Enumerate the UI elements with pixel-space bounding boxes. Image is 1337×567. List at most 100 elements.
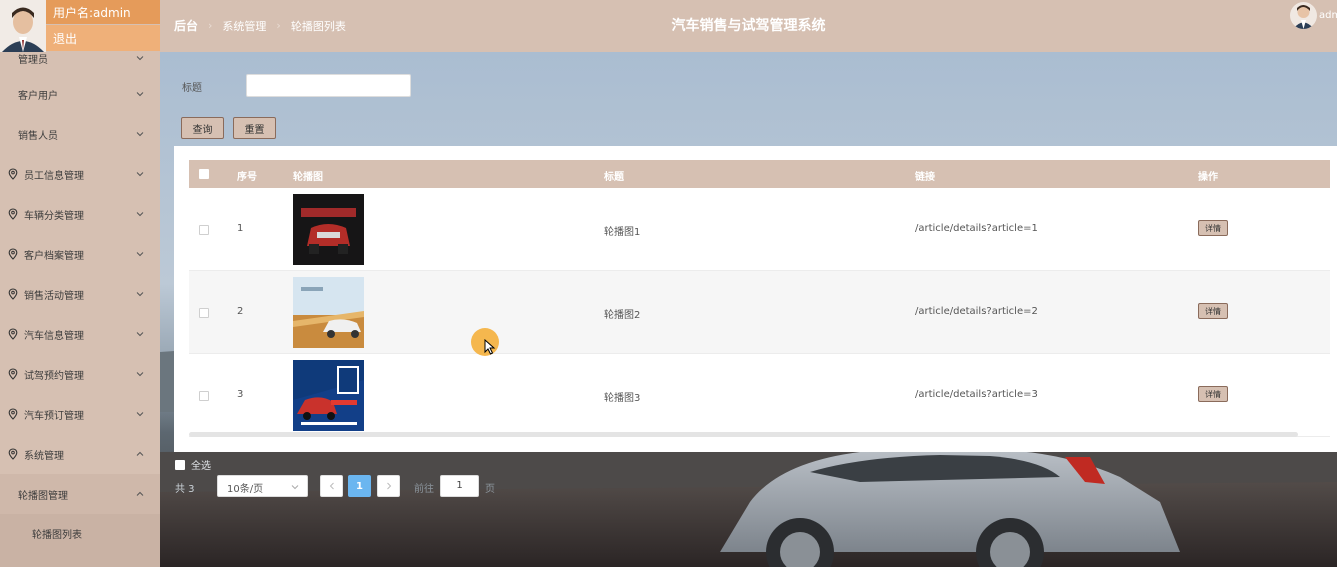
detail-button[interactable]: 详情 (1198, 386, 1228, 402)
sidebar-item-label: 销售人员 (18, 130, 58, 142)
search-title-label: 标题 (182, 83, 202, 94)
sidebar-item[interactable]: 轮播图管理 (0, 474, 160, 514)
col-header-action: 操作 (1198, 172, 1218, 183)
location-pin-icon (8, 448, 18, 460)
sidebar: 用户名:admin 退出 管理员 客户用户 销售人员 员工信息管理 车辆分类管理 客户档案… (0, 0, 160, 567)
goto-label: 前往 (414, 484, 434, 495)
pager-total: 共 3 (175, 484, 195, 495)
chevron-down-icon (136, 372, 144, 377)
next-page-button[interactable] (377, 475, 400, 497)
chevron-down-icon (136, 212, 144, 217)
sidebar-item-label: 客户档案管理 (24, 250, 84, 262)
col-header-image: 轮播图 (293, 172, 323, 183)
chevron-down-icon (136, 332, 144, 337)
row-index: 1 (237, 223, 244, 234)
sidebar-item-label: 试驾预约管理 (24, 370, 84, 382)
prev-page-button[interactable] (320, 475, 343, 497)
chevron-down-icon (136, 292, 144, 297)
col-header-index: 序号 (237, 172, 257, 183)
carousel-thumbnail (293, 194, 364, 265)
carousel-thumbnail (293, 360, 364, 431)
search-title-input[interactable] (246, 74, 411, 97)
location-pin-icon (8, 328, 18, 340)
row-index: 2 (237, 306, 244, 317)
page-size-value: 10条/页 (227, 484, 264, 495)
goto-suffix: 页 (485, 484, 495, 495)
reset-button[interactable]: 重置 (233, 117, 276, 139)
chevron-left-icon (329, 482, 334, 490)
table-header: 序号 轮播图 标题 链接 操作 (189, 160, 1330, 188)
chevron-down-icon (136, 172, 144, 177)
row-title: 轮播图3 (604, 393, 641, 404)
chevron-down-icon (291, 485, 299, 490)
location-pin-icon (8, 368, 18, 380)
page-size-select[interactable]: 10条/页 (217, 475, 308, 497)
row-title: 轮播图2 (604, 310, 641, 321)
chevron-up-icon (136, 451, 144, 456)
chevron-up-icon (136, 491, 144, 496)
horizontal-scrollbar[interactable] (189, 432, 1298, 437)
carousel-thumbnail (293, 277, 364, 348)
sidebar-item[interactable]: 汽车信息管理 (0, 314, 160, 354)
sidebar-item-label: 系统管理 (24, 450, 64, 462)
location-pin-icon (8, 288, 18, 300)
chevron-down-icon (136, 252, 144, 257)
goto-page-input[interactable]: 1 (440, 475, 479, 497)
sidebar-item[interactable]: 系统管理 (0, 434, 160, 474)
col-header-title: 标题 (604, 172, 624, 183)
sidebar-item-label: 员工信息管理 (24, 170, 84, 182)
sidebar-item[interactable]: 车辆分类管理 (0, 194, 160, 234)
sidebar-item[interactable]: 销售人员 (0, 114, 160, 154)
sidebar-item-label: 车辆分类管理 (24, 210, 84, 222)
location-pin-icon (8, 208, 18, 220)
sidebar-item[interactable]: 销售活动管理 (0, 274, 160, 314)
row-link: /article/details?article=3 (915, 389, 1038, 400)
page-button-current[interactable]: 1 (348, 475, 371, 497)
select-all-header-checkbox[interactable] (199, 169, 209, 179)
row-link: /article/details?article=1 (915, 223, 1038, 234)
sidebar-item[interactable]: 轮播图添加 (0, 552, 160, 567)
select-all[interactable]: 全选 (175, 457, 211, 472)
row-link: /article/details?article=2 (915, 306, 1038, 317)
sidebar-item[interactable]: 管理员 (0, 42, 160, 74)
row-checkbox[interactable] (199, 391, 209, 401)
sidebar-item-label: 汽车信息管理 (24, 330, 84, 342)
sidebar-item[interactable]: 客户用户 (0, 74, 160, 114)
location-pin-icon (8, 168, 18, 180)
sidebar-item-label: 销售活动管理 (24, 290, 84, 302)
location-pin-icon (8, 248, 18, 260)
sidebar-item[interactable]: 客户档案管理 (0, 234, 160, 274)
sidebar-item[interactable]: 轮播图列表 (0, 514, 160, 552)
user-avatar-icon[interactable] (1290, 2, 1317, 29)
chevron-down-icon (136, 92, 144, 97)
select-all-checkbox[interactable] (175, 459, 185, 470)
detail-button[interactable]: 详情 (1198, 303, 1228, 319)
sidebar-item[interactable]: 员工信息管理 (0, 154, 160, 194)
query-button[interactable]: 查询 (181, 117, 224, 139)
col-header-link: 链接 (915, 172, 935, 183)
sidebar-menu: 管理员客户用户销售人员员工信息管理 车辆分类管理 客户档案管理 销售活动管理 汽车信息管… (0, 42, 160, 567)
table-row: 1 轮播图1 /article/details?article=1 详情 (189, 188, 1330, 271)
sidebar-item-label: 管理员 (18, 54, 48, 66)
sidebar-item-label: 汽车预订管理 (24, 410, 84, 422)
sidebar-item-label: 轮播图添加 (0, 564, 160, 567)
chevron-down-icon (136, 56, 144, 61)
sidebar-item[interactable]: 试驾预约管理 (0, 354, 160, 394)
row-index: 3 (237, 389, 244, 400)
sidebar-username: 用户名:admin (46, 0, 160, 24)
sidebar-item[interactable]: 汽车预订管理 (0, 394, 160, 434)
app-title: 汽车销售与试驾管理系统 (671, 18, 826, 34)
sidebar-item-label: 轮播图列表 (32, 529, 82, 541)
row-checkbox[interactable] (199, 308, 209, 318)
top-header: 后台 › 系统管理 › 轮播图列表 汽车销售与试驾管理系统 admin (160, 0, 1337, 52)
table-row: 3 轮播图3 /article/details?article=3 详情 (189, 354, 1330, 437)
location-pin-icon (8, 408, 18, 420)
header-username: admin (1319, 10, 1337, 21)
sidebar-item-label: 客户用户 (18, 90, 58, 102)
sidebar-item-label: 轮播图管理 (18, 490, 68, 502)
table-panel: 序号 轮播图 标题 链接 操作 1 轮播图1 /article/details?… (174, 146, 1337, 452)
row-checkbox[interactable] (199, 225, 209, 235)
row-title: 轮播图1 (604, 227, 641, 238)
detail-button[interactable]: 详情 (1198, 220, 1228, 236)
table-row: 2 轮播图2 /article/details?article=2 详情 (189, 271, 1330, 354)
